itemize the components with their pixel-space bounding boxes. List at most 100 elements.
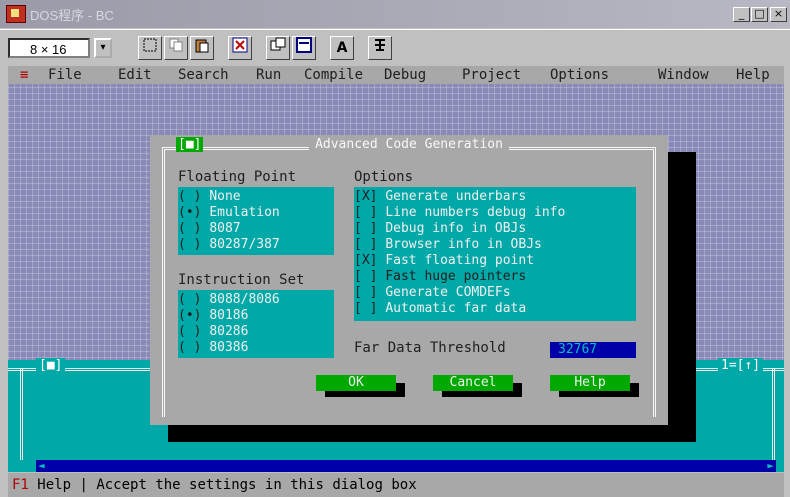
checkbox-label: Fast floating point [385, 253, 535, 268]
menubar: ≡ File Edit Search Run Compile Debug Pro… [8, 66, 784, 84]
menu-edit[interactable]: Edit [118, 66, 152, 84]
close-button[interactable]: × [770, 7, 787, 22]
checkbox-automatic-far-data[interactable]: [ ] Automatic far data [354, 301, 526, 317]
cancel-button[interactable]: Cancel [433, 375, 513, 391]
checkbox-debug-info-in-objs[interactable]: [ ] Debug info in OBJs [354, 221, 526, 237]
checkbox-label: Fast huge pointers [385, 269, 527, 284]
edit-window-number[interactable]: 1=[↑] [718, 358, 764, 373]
radio-mark: ( ) [178, 324, 202, 339]
dialog-title: Advanced Code Generation [150, 137, 668, 152]
menu-project[interactable]: Project [462, 66, 521, 84]
menu-compile[interactable]: Compile [304, 66, 363, 84]
radio-label: 8087 [209, 221, 241, 236]
radio-8088-8086[interactable]: ( ) 8088/8086 [178, 292, 280, 308]
radio-label: 80386 [209, 340, 249, 355]
dialog-close-button[interactable]: [■] [176, 137, 204, 152]
radio-mark: (•) [178, 308, 202, 323]
mark-icon[interactable] [138, 36, 162, 60]
window-titlebar: DOS程序 - BC _ □ × [0, 0, 790, 28]
checkbox-label: Automatic far data [385, 301, 527, 316]
status-key-label[interactable]: Help [37, 477, 71, 493]
ok-button[interactable]: OK [316, 375, 396, 391]
checkbox-label: Browser info in OBJs [385, 237, 542, 252]
checkbox-mark: [ ] [354, 205, 378, 220]
paste-icon[interactable] [190, 36, 214, 60]
checkbox-mark: [ ] [354, 237, 378, 252]
radio-mark: ( ) [178, 221, 202, 236]
checkbox-mark: [X] [354, 253, 378, 268]
options-group: [X] Generate underbars [ ] Line numbers … [354, 187, 636, 321]
radio-mark: ( ) [178, 189, 202, 204]
radio-label: 8088/8086 [209, 292, 280, 307]
menu-file[interactable]: File [48, 66, 82, 84]
floating-point-label: Floating Point [178, 169, 297, 185]
checkbox-mark: [X] [354, 189, 378, 204]
dialog-title-text: Advanced Code Generation [309, 137, 509, 152]
far-data-threshold-label: Far Data Threshold [354, 340, 506, 356]
radio-none[interactable]: ( ) None [178, 189, 241, 205]
font-size-select[interactable]: 8 × 16 [8, 38, 90, 58]
radio-mark: ( ) [178, 237, 202, 252]
copy-icon[interactable] [164, 36, 188, 60]
radio-label: 80186 [209, 308, 249, 323]
menu-window[interactable]: Window [658, 66, 709, 84]
scroll-right-icon[interactable]: ► [767, 460, 774, 472]
radio-80287-387[interactable]: ( ) 80287/387 [178, 237, 280, 253]
checkbox-generate-comdefs[interactable]: [ ] Generate COMDEFs [354, 285, 511, 301]
menu-options[interactable]: Options [550, 66, 609, 84]
scroll-left-icon[interactable]: ◄ [38, 460, 45, 472]
radio-mark: ( ) [178, 292, 202, 307]
instruction-set-label: Instruction Set [178, 272, 305, 288]
background-icon[interactable] [292, 36, 316, 60]
horizontal-scrollbar[interactable]: ◄ ► [36, 460, 776, 472]
minimize-button[interactable]: _ [733, 7, 750, 22]
font-button[interactable]: A [330, 36, 354, 60]
checkbox-label: Debug info in OBJs [385, 221, 527, 236]
status-separator: | [79, 477, 88, 493]
properties-icon[interactable] [266, 36, 290, 60]
edit-window-close-button[interactable]: [■] [36, 358, 66, 373]
menu-system[interactable]: ≡ [20, 66, 28, 84]
checkbox-label: Generate COMDEFs [385, 285, 511, 300]
radio-label: 80287/387 [209, 237, 280, 252]
advanced-code-generation-dialog: Advanced Code Generation [■] Floating Po… [150, 135, 668, 425]
radio-label: 80286 [209, 324, 249, 339]
maximize-button[interactable]: □ [751, 7, 768, 22]
radio-mark: (•) [178, 205, 202, 220]
font-size-dropdown-button[interactable]: ▾ [94, 38, 112, 58]
checkbox-label: Line numbers debug info [385, 205, 566, 220]
options-label: Options [354, 169, 414, 185]
app-icon[interactable] [6, 5, 26, 23]
fullscreen-icon[interactable] [228, 36, 252, 60]
toolbar: 8 × 16 ▾ A [0, 29, 790, 66]
window-title: DOS程序 - BC [30, 8, 114, 23]
edit-window-left-border [20, 368, 23, 460]
edit-window-right-border [772, 368, 775, 460]
radio-8087[interactable]: ( ) 8087 [178, 221, 241, 237]
checkbox-fast-huge-pointers[interactable]: [ ] Fast huge pointers [354, 269, 526, 285]
status-key-f1[interactable]: F1 [12, 477, 29, 493]
radio-label: Emulation [209, 205, 280, 220]
checkbox-mark: [ ] [354, 221, 378, 236]
radio-80186[interactable]: (•) 80186 [178, 308, 248, 324]
menu-help[interactable]: Help [736, 66, 770, 84]
checkbox-line-numbers-debug-info[interactable]: [ ] Line numbers debug info [354, 205, 565, 221]
radio-80386[interactable]: ( ) 80386 [178, 340, 248, 356]
settings-icon[interactable] [368, 36, 392, 60]
checkbox-mark: [ ] [354, 301, 378, 316]
radio-label: None [209, 189, 241, 204]
radio-80286[interactable]: ( ) 80286 [178, 324, 248, 340]
checkbox-browser-info-in-objs[interactable]: [ ] Browser info in OBJs [354, 237, 542, 253]
help-button[interactable]: Help [550, 375, 630, 391]
checkbox-label: Generate underbars [385, 189, 527, 204]
radio-emulation[interactable]: (•) Emulation [178, 205, 280, 221]
far-data-threshold-input[interactable]: 32767 [550, 342, 636, 358]
checkbox-generate-underbars[interactable]: [X] Generate underbars [354, 189, 526, 205]
menu-debug[interactable]: Debug [384, 66, 426, 84]
menu-search[interactable]: Search [178, 66, 229, 84]
floating-point-group: ( ) None (•) Emulation ( ) 8087 ( ) 8028… [178, 187, 334, 255]
checkbox-mark: [ ] [354, 269, 378, 284]
statusbar: F1 Help | Accept the settings in this di… [8, 473, 784, 497]
checkbox-fast-floating-point[interactable]: [X] Fast floating point [354, 253, 534, 269]
menu-run[interactable]: Run [256, 66, 281, 84]
